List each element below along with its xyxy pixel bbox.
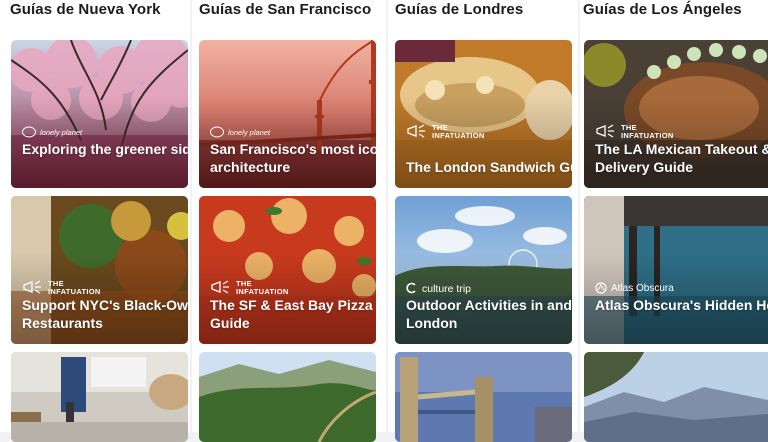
street-scene-image <box>11 352 188 442</box>
infatuation-megaphone-icon <box>22 280 44 296</box>
card-title: Outdoor Activities in and Around London <box>406 297 572 331</box>
brand-name: culture trip <box>422 283 472 295</box>
card-title: The London Sandwich Guide <box>406 159 572 175</box>
guide-column-london: Guías de Londres THE INFATUATION The Lon… <box>388 0 578 442</box>
lonely-planet-logo-icon <box>22 126 36 140</box>
guide-card-sf-pizza[interactable]: THE INFATUATION The SF & East Bay Pizza … <box>199 196 376 344</box>
lonely-planet-logo-icon <box>210 126 224 140</box>
infatuation-megaphone-icon <box>210 280 232 296</box>
guide-card-brooklyn[interactable]: lonely planet Exploring the greener side… <box>11 40 188 188</box>
brand-badge: THE INFATUATION <box>22 279 101 296</box>
brand-name: THE INFATUATION <box>621 123 674 140</box>
card-title: Atlas Obscura's Hidden Ho <box>595 297 768 313</box>
column-title: Guías de Londres <box>395 1 524 18</box>
atlas-obscura-logo-icon <box>595 282 607 296</box>
card-title: Support NYC's Black-Owned Restaurants <box>22 297 188 331</box>
brand-badge: lonely planet <box>210 126 270 140</box>
guide-card-sf-hills[interactable] <box>199 352 376 442</box>
brand-name: lonely planet <box>228 128 271 137</box>
brand-name: THE INFATUATION <box>432 123 485 140</box>
card-title: San Francisco's most iconic architecture <box>210 141 376 175</box>
guide-card-sf-architecture[interactable]: lonely planet San Francisco's most iconi… <box>199 40 376 188</box>
green-hills-image <box>199 352 376 442</box>
column-title: Guías de Nueva York <box>10 1 161 18</box>
brand-badge: THE INFATUATION <box>210 279 289 296</box>
guide-column-los-angeles: Guías de Los Ángeles THE INFATUATION The… <box>580 0 768 442</box>
guide-card-london-outdoor[interactable]: culture trip Outdoor Activities in and A… <box>395 196 572 344</box>
guide-column-san-francisco: Guías de San Francisco lonely planet San… <box>192 0 386 442</box>
card-title: The SF & East Bay Pizza Delivery Guide <box>210 297 376 331</box>
infatuation-megaphone-icon <box>595 124 617 140</box>
guide-card-la-mexican-takeout[interactable]: THE INFATUATION The LA Mexican Takeout &… <box>584 40 768 188</box>
brand-badge: culture trip <box>406 282 471 296</box>
tower-bridge-image <box>395 352 572 442</box>
brand-name: THE INFATUATION <box>48 279 101 296</box>
brand-badge: THE INFATUATION <box>595 123 674 140</box>
column-title: Guías de San Francisco <box>199 1 372 18</box>
brand-badge: Atlas Obscura <box>595 282 674 296</box>
card-title: Exploring the greener side of Brooklyn <box>22 141 188 157</box>
infatuation-megaphone-icon <box>406 124 428 140</box>
guide-card-london-sandwich[interactable]: THE INFATUATION The London Sandwich Guid… <box>395 40 572 188</box>
guide-card-nyc-street[interactable] <box>11 352 188 442</box>
brand-badge: THE INFATUATION <box>406 123 485 140</box>
culture-trip-logo-icon <box>406 282 418 296</box>
card-title: The LA Mexican Takeout & Delivery Guide <box>595 141 768 175</box>
guide-card-black-owned-restaurants[interactable]: THE INFATUATION Support NYC's Black-Owne… <box>11 196 188 344</box>
guide-card-la-mountains[interactable] <box>584 352 768 442</box>
guide-card-atlas-obscura[interactable]: Atlas Obscura Atlas Obscura's Hidden Ho <box>584 196 768 344</box>
guide-card-tower-bridge[interactable] <box>395 352 572 442</box>
mountain-vista-image <box>584 352 768 442</box>
brand-badge: lonely planet <box>22 126 82 140</box>
guide-column-new-york: Guías de Nueva York lonely planet Explor… <box>0 0 190 442</box>
brand-name: THE INFATUATION <box>236 279 289 296</box>
brand-name: lonely planet <box>40 128 83 137</box>
brand-name: Atlas Obscura <box>611 283 674 294</box>
column-title: Guías de Los Ángeles <box>583 1 742 18</box>
